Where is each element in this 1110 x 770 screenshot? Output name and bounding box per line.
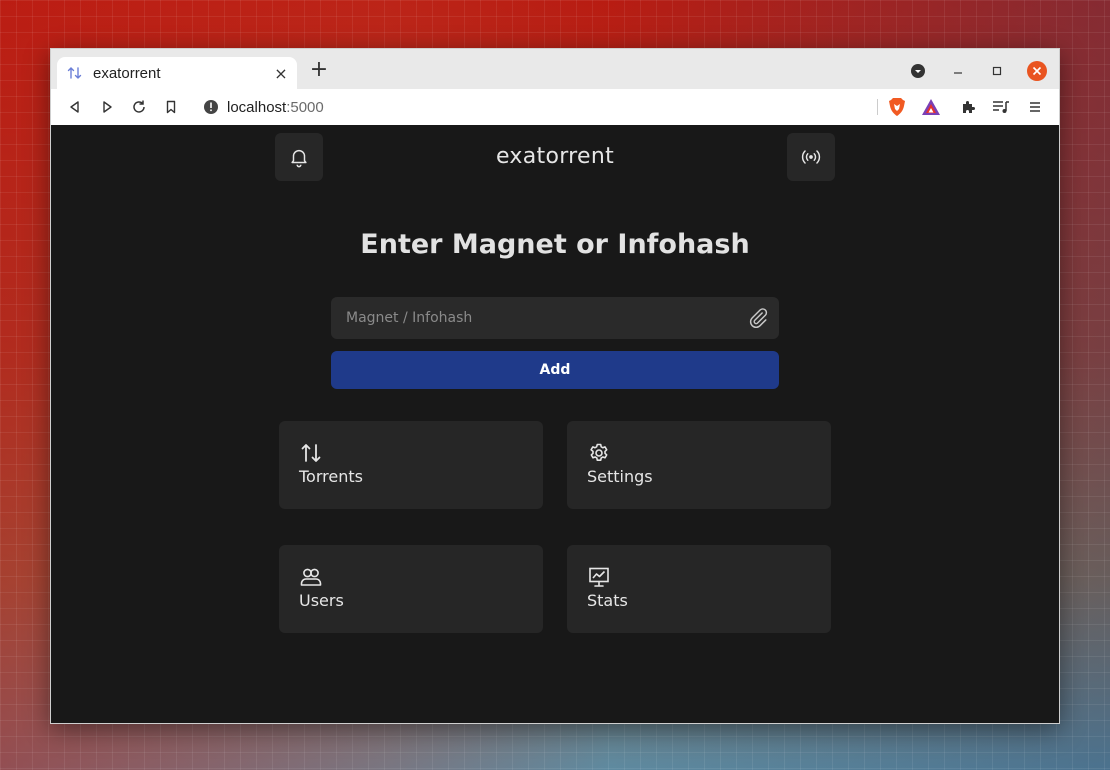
minimize-icon[interactable] — [946, 59, 970, 83]
chart-icon — [589, 567, 609, 587]
address-bar[interactable]: localhost:5000 — [203, 96, 324, 118]
tab-search-icon[interactable] — [906, 59, 930, 83]
magnet-input-container — [331, 297, 779, 339]
url-port: :5000 — [286, 98, 324, 116]
close-window-icon[interactable] — [1025, 59, 1049, 83]
gear-icon — [590, 443, 608, 461]
stats-card[interactable]: Stats — [567, 545, 831, 633]
extensions-icon[interactable] — [957, 95, 981, 119]
settings-label: Settings — [587, 467, 653, 486]
media-controls-icon[interactable] — [989, 95, 1013, 119]
torrents-card[interactable]: Torrents — [279, 421, 543, 509]
settings-card[interactable]: Settings — [567, 421, 831, 509]
favicon-arrows-icon — [67, 67, 82, 79]
browser-tab[interactable]: exatorrent × — [57, 57, 297, 89]
new-tab-button[interactable]: + — [307, 59, 331, 83]
brave-shields-icon[interactable] — [885, 95, 909, 119]
tab-close-icon[interactable]: × — [273, 64, 289, 83]
broadcast-icon — [801, 150, 821, 164]
reload-icon[interactable] — [127, 95, 151, 119]
add-button[interactable]: Add — [331, 351, 779, 389]
browser-window: exatorrent × + localhost:5000 exatorrent… — [50, 48, 1060, 724]
tab-title: exatorrent — [93, 64, 161, 82]
page-heading: Enter Magnet or Infohash — [360, 229, 750, 260]
browser-toolbar: localhost:5000 — [51, 89, 1059, 126]
paperclip-icon[interactable] — [747, 307, 769, 329]
app-viewport: exatorrent Enter Magnet or Infohash Add … — [51, 125, 1059, 723]
maximize-icon[interactable] — [985, 59, 1009, 83]
toolbar-divider — [877, 99, 878, 115]
app-title: exatorrent — [495, 144, 615, 169]
users-icon — [300, 568, 322, 586]
users-label: Users — [299, 591, 344, 610]
brave-rewards-icon[interactable] — [919, 95, 943, 119]
connection-status-button[interactable] — [787, 133, 835, 181]
torrents-label: Torrents — [299, 467, 363, 486]
arrows-up-down-icon — [301, 444, 321, 462]
back-icon[interactable] — [63, 95, 87, 119]
menu-icon[interactable] — [1023, 95, 1047, 119]
bookmark-icon[interactable] — [159, 95, 183, 119]
magnet-input[interactable] — [344, 309, 747, 327]
url-text: localhost:5000 — [227, 99, 324, 116]
tab-strip: exatorrent × + — [51, 49, 1059, 89]
stats-label: Stats — [587, 591, 628, 610]
users-card[interactable]: Users — [279, 545, 543, 633]
url-host: localhost — [227, 98, 287, 116]
forward-icon[interactable] — [95, 95, 119, 119]
info-icon[interactable] — [203, 99, 219, 115]
